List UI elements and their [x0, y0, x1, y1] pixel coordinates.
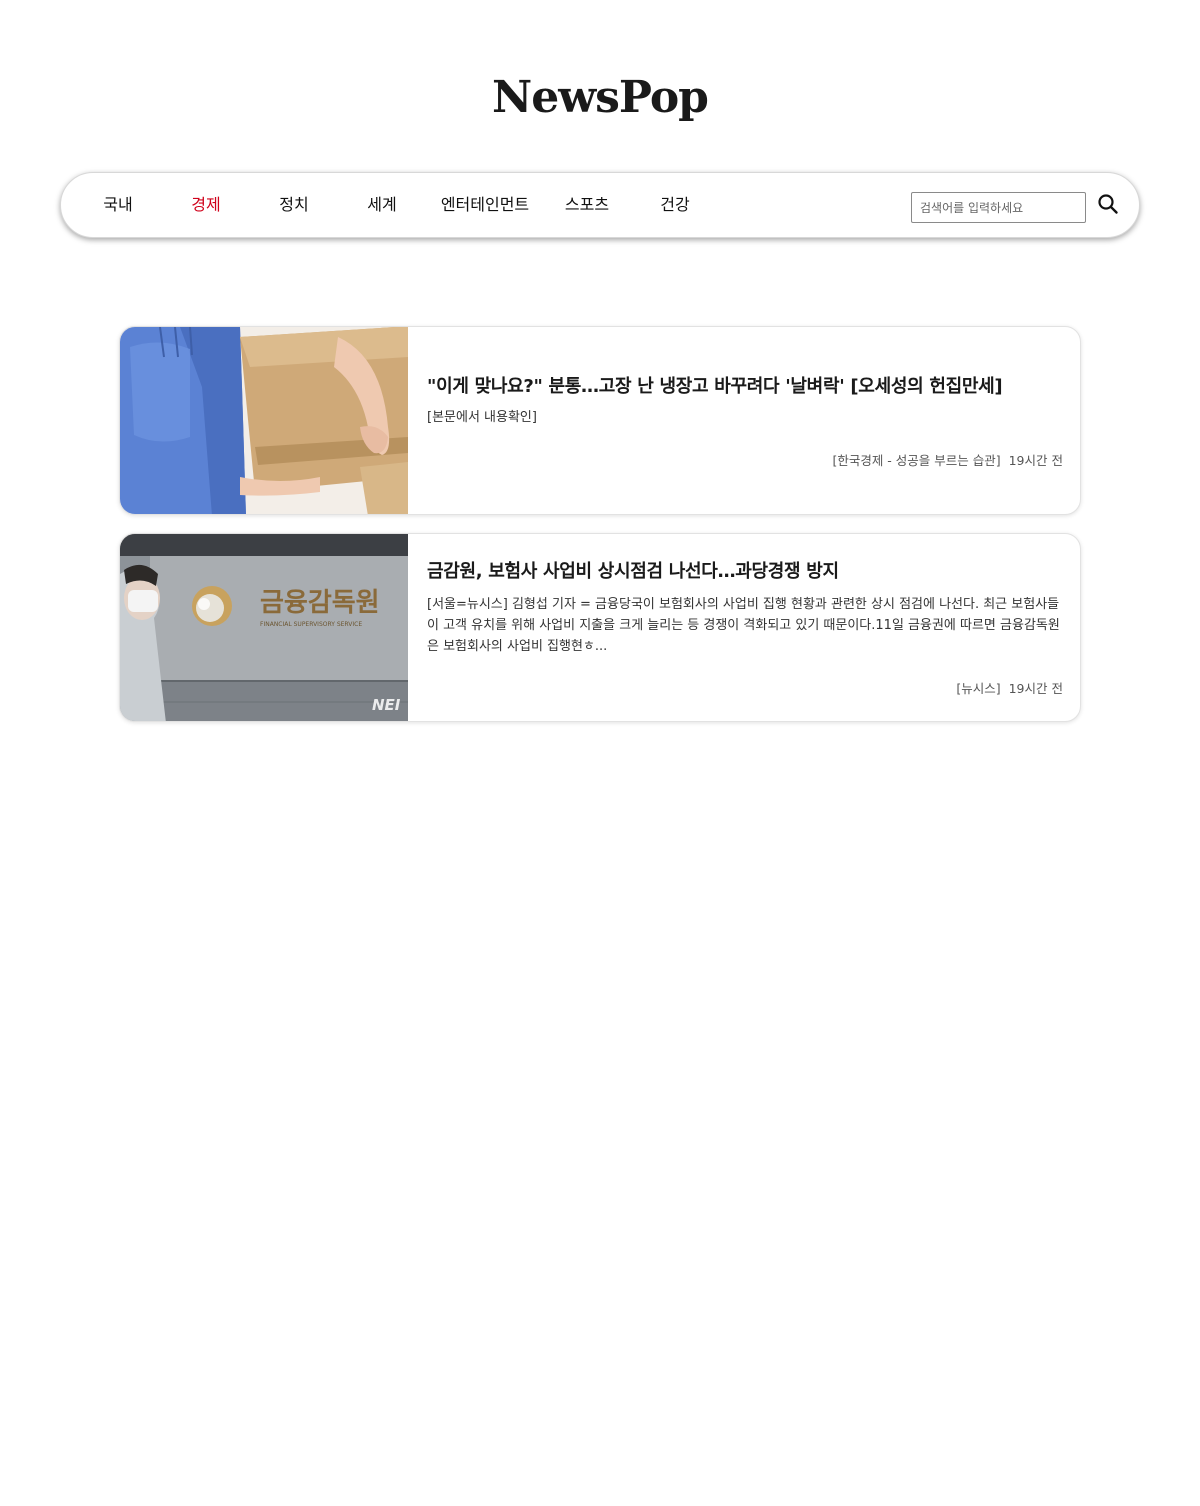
- article-thumbnail[interactable]: 금융감독원 FINANCIAL SUPERVISORY SERVICE NEI: [120, 534, 408, 721]
- sign-english-text: FINANCIAL SUPERVISORY SERVICE: [260, 621, 362, 628]
- article-thumbnail[interactable]: [120, 327, 408, 514]
- article-meta: [한국경제 - 성공을 부르는 습관] 19시간 전: [832, 450, 1063, 469]
- article-source: [한국경제 - 성공을 부르는 습관]: [832, 453, 1001, 468]
- thumbnail-watermark: NEI: [372, 696, 401, 714]
- article-summary: [서울=뉴시스] 김형섭 기자 = 금융당국이 보험회사의 사업비 집행 현황과…: [427, 597, 1060, 654]
- site-logo[interactable]: NewsPop: [0, 72, 1200, 123]
- delivery-box-photo: [120, 327, 408, 514]
- nav-item-sports[interactable]: 스포츠: [565, 173, 609, 237]
- article-card[interactable]: "이게 맞나요?" 분통…고장 난 냉장고 바꾸려다 '날벼락' [오세성의 헌…: [119, 326, 1081, 515]
- sign-korean-text: 금융감독원: [260, 588, 380, 618]
- nav-item-domestic[interactable]: 국내: [103, 173, 132, 237]
- category-navbar: 국내 경제 정치 세계 엔터테인먼트 스포츠 건강: [60, 172, 1140, 238]
- nav-item-politics[interactable]: 정치: [279, 173, 308, 237]
- search-button[interactable]: [1095, 192, 1121, 218]
- article-summary: [본문에서 내용확인]: [427, 410, 537, 425]
- nav-item-entertainment[interactable]: 엔터테인먼트: [441, 173, 529, 237]
- article-card[interactable]: 금융감독원 FINANCIAL SUPERVISORY SERVICE NEI …: [119, 533, 1081, 722]
- article-source: [뉴시스]: [956, 681, 1001, 696]
- nav-item-world[interactable]: 세계: [367, 173, 396, 237]
- article-title[interactable]: "이게 맞나요?" 분통…고장 난 냉장고 바꾸려다 '날벼락' [오세성의 헌…: [427, 372, 1003, 398]
- article-meta: [뉴시스] 19시간 전: [956, 678, 1063, 697]
- nav-item-economy[interactable]: 경제: [191, 173, 220, 237]
- search-input[interactable]: [911, 192, 1086, 223]
- fss-building-sign-photo: 금융감독원 FINANCIAL SUPERVISORY SERVICE NEI: [120, 534, 408, 721]
- article-time: 19시간 전: [1008, 453, 1063, 468]
- search-icon: [1098, 193, 1118, 214]
- article-time: 19시간 전: [1008, 681, 1063, 696]
- article-title[interactable]: 금감원, 보험사 사업비 상시점검 나선다…과당경쟁 방지: [427, 557, 839, 583]
- nav-item-health[interactable]: 건강: [660, 173, 689, 237]
